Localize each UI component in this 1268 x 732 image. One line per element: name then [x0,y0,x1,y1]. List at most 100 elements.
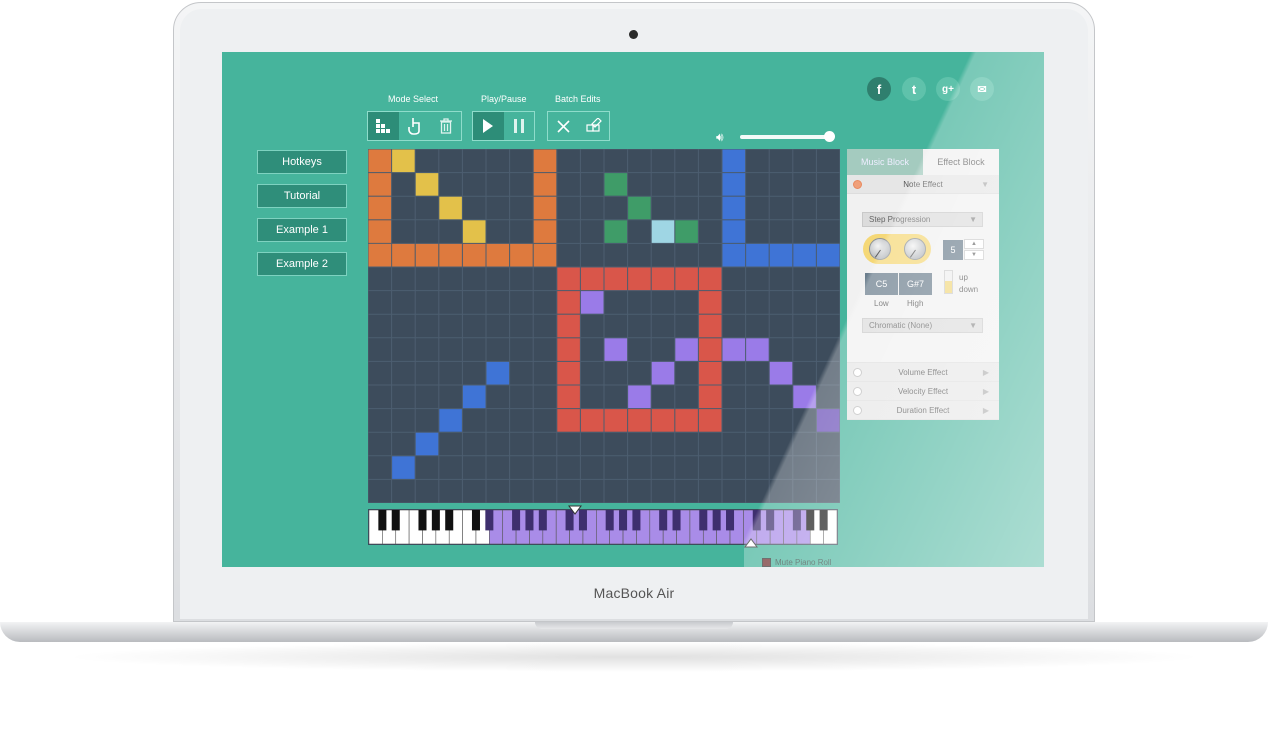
grid-block[interactable] [722,149,746,173]
step-up-button[interactable]: ▲ [964,239,984,249]
grid-canvas[interactable] [368,149,840,503]
step-down-button[interactable]: ▼ [964,250,984,260]
grid-block[interactable] [604,267,628,291]
scale-select[interactable]: Chromatic (None) ▼ [862,318,983,333]
volume-effect-toggle[interactable] [853,367,862,377]
grid-block[interactable] [746,243,769,267]
black-key[interactable] [619,510,628,531]
grid-block[interactable] [675,338,698,361]
grid-block[interactable] [816,409,840,432]
grid-block[interactable] [769,243,793,267]
grid-block[interactable] [557,338,580,361]
black-key[interactable] [431,510,440,531]
grid-block[interactable] [392,243,415,267]
low-knob[interactable] [869,238,891,260]
grid-block[interactable] [533,243,557,267]
grid-block[interactable] [439,196,462,220]
grid-block[interactable] [486,361,510,385]
grid-block[interactable] [793,243,816,267]
duration-effect-toggle[interactable] [853,405,862,415]
grid-block[interactable] [415,432,439,456]
grid-block[interactable] [462,385,486,409]
grid-block[interactable] [722,243,746,267]
piano-keys[interactable] [368,509,838,545]
grid-block[interactable] [392,149,415,173]
black-key[interactable] [418,510,427,531]
grid-block[interactable] [533,220,557,243]
velocity-effect-toggle[interactable] [853,386,862,396]
grid-block[interactable] [628,267,651,291]
grid-block[interactable] [604,409,628,432]
grid-block[interactable] [368,149,392,173]
black-key[interactable] [445,510,454,531]
hotkeys-button[interactable]: Hotkeys [257,150,347,174]
black-key[interactable] [605,510,614,531]
grid-block[interactable] [722,338,746,361]
grid-block[interactable] [604,338,628,361]
grid-block[interactable] [557,361,580,385]
grid-block[interactable] [628,196,651,220]
black-key[interactable] [391,510,400,531]
note-effect-header[interactable]: Note Effect ▼ [847,175,999,194]
black-key[interactable] [699,510,708,531]
direction-toggle[interactable] [944,270,953,294]
grid-block[interactable] [557,385,580,409]
volume-slider-handle[interactable] [824,131,836,142]
black-key[interactable] [726,510,735,531]
black-key[interactable] [632,510,641,531]
block-mode-icon[interactable] [368,112,399,140]
edit-blocks-icon[interactable] [579,112,610,140]
grid-block[interactable] [698,409,722,432]
grid-block[interactable] [604,173,628,196]
grid-block[interactable] [533,196,557,220]
grid-block[interactable] [698,338,722,361]
mute-checkbox[interactable] [762,558,771,567]
grid-block[interactable] [533,173,557,196]
black-key[interactable] [538,510,547,531]
grid-block[interactable] [368,196,392,220]
black-key[interactable] [806,510,815,531]
grid-block[interactable] [651,267,675,291]
grid-block[interactable] [698,267,722,291]
grid-block[interactable] [722,196,746,220]
volume-effect-header[interactable]: Volume Effect ▶ [847,362,999,382]
grid-block[interactable] [580,409,604,432]
step-progression-select[interactable]: Step Progression ▼ [862,212,983,227]
black-key[interactable] [752,510,761,531]
note-effect-toggle[interactable] [853,179,862,189]
grid-block[interactable] [675,409,698,432]
grid-block[interactable] [698,361,722,385]
range-start-marker-icon[interactable] [568,505,582,515]
velocity-effect-header[interactable]: Velocity Effect ▶ [847,382,999,401]
googleplus-icon[interactable]: g+ [936,77,960,101]
grid-block[interactable] [628,385,651,409]
grid-block[interactable] [651,409,675,432]
grid-block[interactable] [557,409,580,432]
grid-block[interactable] [557,291,580,314]
grid-block[interactable] [722,173,746,196]
facebook-icon[interactable]: f [867,77,891,101]
grid-block[interactable] [698,291,722,314]
grid-block[interactable] [675,267,698,291]
example-1-button[interactable]: Example 1 [257,218,347,242]
black-key[interactable] [819,510,828,531]
grid-block[interactable] [698,314,722,338]
speaker-icon[interactable]: 🔊︎ [716,130,724,145]
grid-block[interactable] [793,385,816,409]
sequencer-grid[interactable] [368,149,840,503]
grid-block[interactable] [368,220,392,243]
play-icon[interactable] [473,112,504,140]
grid-block[interactable] [392,456,415,479]
example-2-button[interactable]: Example 2 [257,252,347,276]
grid-block[interactable] [557,267,580,291]
black-key[interactable] [712,510,721,531]
mute-piano-roll[interactable]: Mute Piano Roll [762,558,831,567]
high-note-value[interactable]: G#7 [899,273,932,295]
email-icon[interactable]: ✉ [970,77,994,101]
black-key[interactable] [485,510,494,531]
pause-icon[interactable] [504,112,535,140]
grid-block[interactable] [580,267,604,291]
grid-block[interactable] [769,361,793,385]
range-end-marker-icon[interactable] [744,538,758,548]
black-key[interactable] [512,510,521,531]
